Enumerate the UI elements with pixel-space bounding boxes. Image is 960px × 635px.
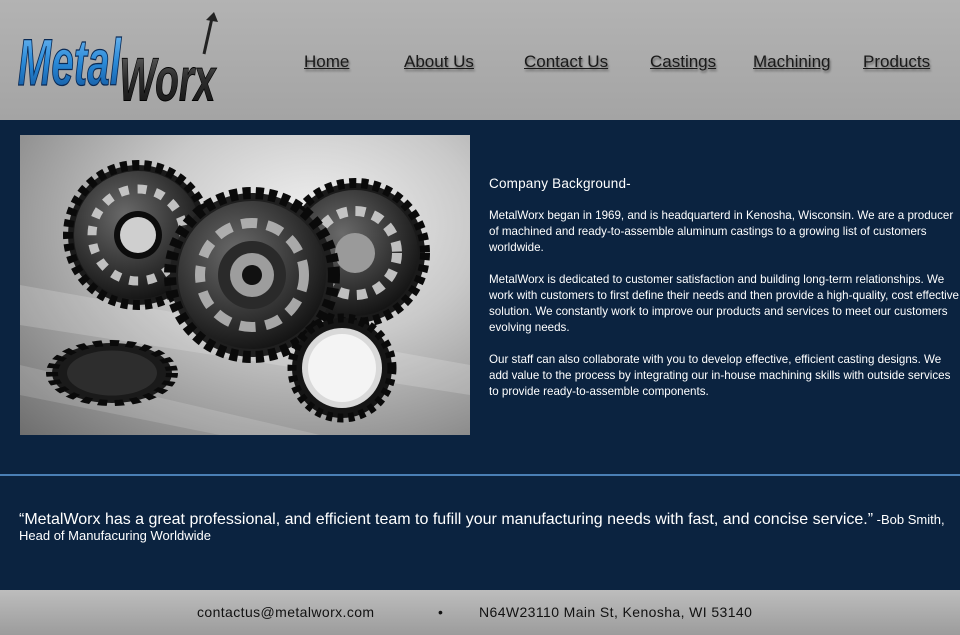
footer-address: N64W23110 Main St, Kenosha, WI 53140 [479, 604, 753, 620]
nav-about-us-link[interactable]: About Us [404, 52, 474, 72]
site-footer: contactus@metalworx.com • N64W23110 Main… [0, 590, 960, 635]
testimonial-section: “MetalWorx has a great professional, and… [0, 476, 960, 590]
main-content: Company Background- MetalWorx began in 1… [0, 120, 960, 475]
logo-arrowhead-icon [206, 12, 218, 22]
about-paragraph-3: Our staff can also collaborate with you … [489, 353, 951, 398]
gears-icon [20, 160, 470, 435]
about-paragraph-1: MetalWorx began in 1969, and is headquar… [489, 209, 954, 254]
footer-separator: • [438, 604, 444, 620]
logo-worx-text: Worx [119, 45, 217, 112]
testimonial-quote: “MetalWorx has a great professional, and… [19, 512, 949, 544]
nav-castings-link[interactable]: Castings [650, 52, 716, 72]
company-background-heading: Company Background- [489, 176, 631, 191]
testimonial-text: “MetalWorx has a great professional, and… [19, 511, 874, 528]
gears-photo [20, 135, 470, 435]
logo-metal-text: Metal [18, 25, 122, 100]
footer-email-link[interactable]: contactus@metalworx.com [197, 604, 374, 620]
site-header: Metal Worx Home About Us Contact Us Cast… [0, 0, 960, 120]
company-background-section: Company Background- MetalWorx began in 1… [489, 176, 959, 416]
nav-products-link[interactable]: Products [863, 52, 930, 72]
nav-contact-us-link[interactable]: Contact Us [524, 52, 608, 72]
nav-home-link[interactable]: Home [304, 52, 349, 72]
nav-machining-link[interactable]: Machining [753, 52, 831, 72]
metalworx-logo[interactable]: Metal Worx [16, 8, 226, 112]
about-paragraph-2: MetalWorx is dedicated to customer satis… [489, 273, 960, 334]
